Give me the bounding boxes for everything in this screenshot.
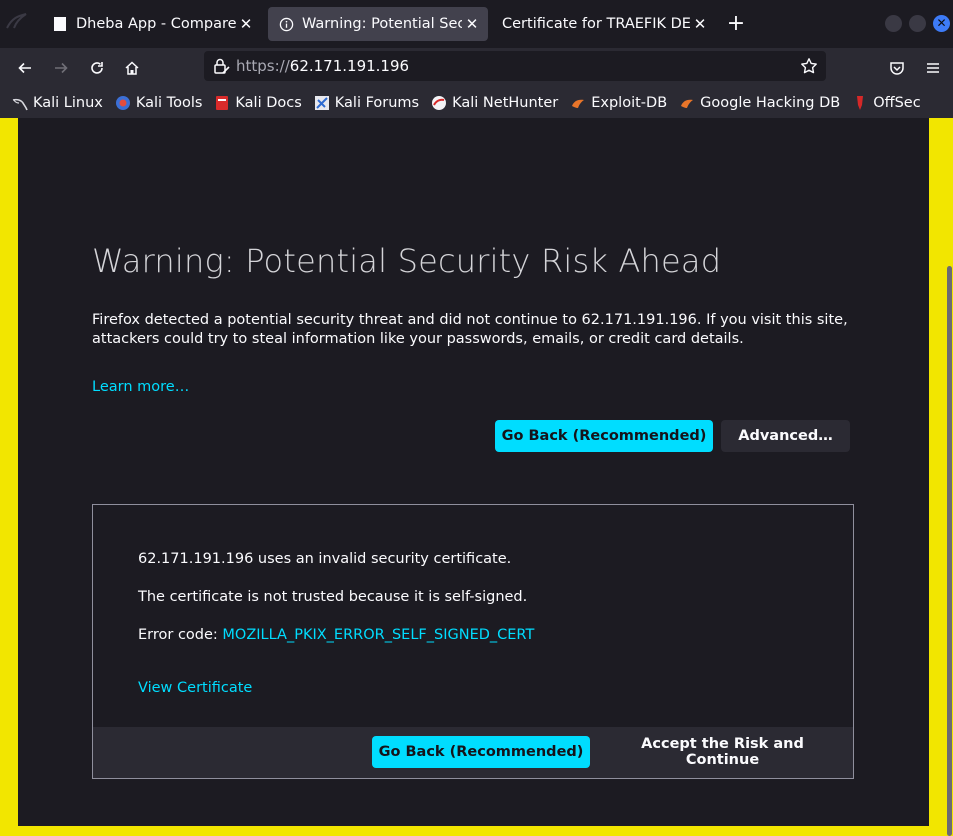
forward-arrow-icon (55, 62, 68, 74)
go-back-button-secondary[interactable]: Go Back (Recommended) (372, 736, 590, 768)
kali-tools-icon (115, 95, 131, 111)
tab-warning[interactable]: Warning: Potential Securi ✕ (268, 7, 488, 41)
error-code-label: Error code: (138, 627, 223, 643)
offsec-icon (852, 95, 868, 111)
page-title: Warning: Potential Security Risk Ahead (92, 242, 722, 280)
forward-button[interactable] (49, 56, 73, 80)
advanced-panel-footer: Go Back (Recommended) Accept the Risk an… (93, 727, 853, 778)
bookmark-label: Kali Linux (33, 95, 103, 111)
kali-forums-icon (314, 95, 330, 111)
home-button[interactable] (120, 56, 144, 80)
advanced-panel: 62.171.191.196 uses an invalid security … (92, 504, 854, 779)
scrollbar-thumb[interactable] (947, 266, 952, 836)
bookmarks-toolbar: Kali Linux Kali Tools Kali Docs Kali For… (0, 88, 953, 118)
bookmark-google-hacking-db[interactable]: Google Hacking DB (679, 95, 840, 111)
bookmark-label: Exploit-DB (591, 95, 668, 111)
bookmark-kali-forums[interactable]: Kali Forums (314, 95, 419, 111)
nethunter-icon (431, 95, 447, 111)
close-tab-icon[interactable]: ✕ (690, 15, 710, 33)
close-window-button[interactable]: ✕ (933, 15, 950, 32)
url-scheme: https:// (236, 57, 290, 75)
back-arrow-icon (18, 62, 31, 74)
bookmark-label: Kali NetHunter (452, 95, 559, 111)
bookmark-label: OffSec (873, 95, 921, 111)
url-text[interactable]: https://62.171.191.196 (236, 57, 409, 75)
tab-label: Warning: Potential Securi (302, 16, 462, 32)
bookmark-kali-docs[interactable]: Kali Docs (214, 95, 302, 111)
page-icon (52, 16, 68, 32)
bookmark-kali-nethunter[interactable]: Kali NetHunter (431, 95, 558, 111)
ghdb-icon (679, 95, 695, 111)
home-icon (125, 61, 139, 75)
error-code-link[interactable]: MOZILLA_PKIX_ERROR_SELF_SIGNED_CERT (222, 627, 534, 643)
hamburger-menu-icon (927, 63, 939, 73)
bookmark-label: Kali Forums (334, 95, 420, 111)
close-tab-icon[interactable]: ✕ (462, 15, 482, 33)
kali-docs-icon (214, 95, 230, 111)
bookmark-label: Google Hacking DB (700, 95, 841, 111)
kali-dragon-icon (12, 95, 28, 111)
pocket-button[interactable] (885, 56, 909, 80)
close-tab-icon[interactable]: ✕ (236, 15, 256, 33)
new-tab-button[interactable]: + (724, 10, 748, 38)
invalid-certificate-text: 62.171.191.196 uses an invalid security … (138, 551, 512, 567)
address-bar[interactable]: https://62.171.191.196 (204, 51, 826, 81)
bookmark-label: Kali Tools (135, 95, 203, 111)
navigation-toolbar: https://62.171.191.196 (0, 48, 953, 88)
bookmark-kali-tools[interactable]: Kali Tools (115, 95, 203, 111)
self-signed-text: The certificate is not trusted because i… (138, 589, 528, 605)
tab-label: Dheba App - Compare Pri (76, 16, 236, 32)
insecure-lock-icon[interactable] (212, 57, 230, 75)
advanced-button[interactable]: Advanced… (721, 420, 850, 452)
reload-button[interactable] (85, 56, 109, 80)
error-page: Warning: Potential Security Risk Ahead F… (18, 118, 929, 826)
go-back-button[interactable]: Go Back (Recommended) (495, 420, 713, 452)
warning-description: Firefox detected a potential security th… (92, 312, 848, 347)
content-area: Warning: Potential Security Risk Ahead F… (0, 118, 953, 836)
tab-certificate[interactable]: Certificate for TRAEFIK DEFA ✕ (494, 7, 716, 41)
pocket-icon (890, 62, 904, 75)
info-icon (278, 16, 294, 32)
bookmark-kali-linux[interactable]: Kali Linux (12, 95, 103, 111)
reload-icon (91, 62, 103, 74)
minimize-button[interactable] (885, 15, 902, 32)
menu-button[interactable] (921, 56, 945, 80)
bookmark-label: Kali Docs (235, 95, 302, 111)
bookmark-offsec[interactable]: OffSec (852, 95, 921, 111)
exploit-db-icon (570, 95, 586, 111)
view-certificate-link[interactable]: View Certificate (138, 680, 252, 696)
bookmark-star-icon[interactable] (800, 57, 818, 75)
tab-strip: Dheba App - Compare Pri ✕ Warning: Poten… (0, 0, 953, 48)
kali-menu-icon[interactable] (4, 8, 30, 38)
url-host: 62.171.191.196 (289, 57, 410, 75)
bookmark-exploit-db[interactable]: Exploit-DB (570, 95, 667, 111)
tab-dheba-app[interactable]: Dheba App - Compare Pri ✕ (42, 7, 262, 41)
accept-risk-button[interactable]: Accept the Risk and Continue (608, 736, 837, 768)
back-button[interactable] (13, 56, 37, 80)
error-code-line: Error code: MOZILLA_PKIX_ERROR_SELF_SIGN… (138, 627, 534, 643)
maximize-button[interactable] (909, 15, 926, 32)
learn-more-link[interactable]: Learn more… (92, 379, 189, 395)
tab-label: Certificate for TRAEFIK DEFA (502, 16, 690, 32)
